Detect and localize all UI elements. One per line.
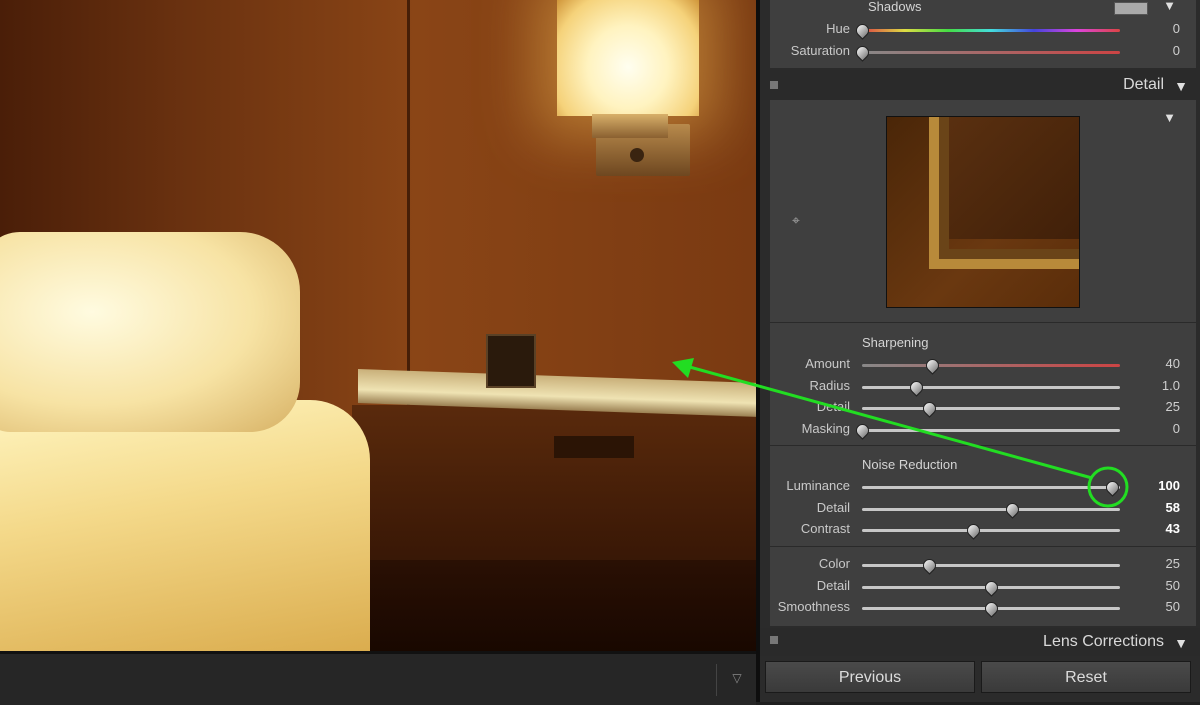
slider-value-hue[interactable]: 0 <box>1140 21 1180 36</box>
slider-label-detail: Detail <box>816 499 850 515</box>
detail-preview-image[interactable] <box>886 116 1080 308</box>
slider-track-detail[interactable] <box>862 507 1120 511</box>
photo-lamp-arm <box>592 114 668 138</box>
slider-value-detail[interactable]: 58 <box>1140 500 1180 515</box>
slider-track-masking[interactable] <box>862 428 1120 432</box>
slider-label-radius: Radius <box>809 377 850 393</box>
shadows-color-swatch[interactable] <box>1114 2 1148 15</box>
slider-value-luminance[interactable]: 100 <box>1140 478 1180 493</box>
triangle-down-icon[interactable]: ▼ <box>1163 0 1176 13</box>
slider-label-contrast: Contrast <box>800 521 850 536</box>
noise-reduction-title: Noise Reduction <box>862 457 958 472</box>
slider-track-radius[interactable] <box>862 385 1120 389</box>
lens-corrections-title: Lens Corrections <box>1043 633 1164 650</box>
slider-label-color: Color <box>818 556 850 571</box>
slider-track-amount[interactable] <box>862 364 1120 367</box>
toolbar-divider <box>716 664 717 696</box>
slider-label-amount: Amount <box>805 356 850 371</box>
slider-label-detail: Detail <box>816 399 850 414</box>
slider-value-color[interactable]: 25 <box>1140 556 1180 571</box>
slider-value-detail[interactable]: 25 <box>1140 399 1180 414</box>
slider-label-detail: Detail <box>816 577 850 593</box>
divider <box>770 546 1196 547</box>
previous-button[interactable]: Previous <box>765 661 975 693</box>
slider-track-detail[interactable] <box>862 407 1120 410</box>
slider-value-saturation[interactable]: 0 <box>1140 43 1180 58</box>
slider-label-smoothness: Smoothness <box>777 599 850 614</box>
slider-value-smoothness[interactable]: 50 <box>1140 599 1180 614</box>
toolbar-menu-icon[interactable]: ▽ <box>726 668 748 688</box>
photo-floor <box>330 560 756 651</box>
photo-bed <box>0 400 370 651</box>
slider-track-luminance[interactable] <box>862 486 1120 489</box>
triangle-down-icon[interactable]: ▼ <box>1174 78 1188 94</box>
reset-button[interactable]: Reset <box>981 661 1191 693</box>
photo-canvas[interactable] <box>0 0 756 651</box>
slider-track-color[interactable] <box>862 564 1120 567</box>
shadows-group-title: Shadows <box>868 0 922 14</box>
triangle-down-icon[interactable]: ▼ <box>1163 110 1176 125</box>
triangle-down-icon[interactable]: ▼ <box>1174 635 1188 651</box>
filmstrip-toolbar: ▽ <box>0 651 756 705</box>
lens-corrections-header[interactable]: Lens Corrections ▼ <box>760 628 1200 656</box>
photo-pillow <box>0 232 300 432</box>
split-toning-section: Shadows ▼ Hue 0 Saturation 0 <box>770 0 1196 68</box>
develop-right-panel: Shadows ▼ Hue 0 Saturation 0 Detail ▼ ⌖ ▼ S… <box>756 0 1200 702</box>
slider-track-saturation[interactable] <box>862 50 1120 54</box>
slider-value-masking[interactable]: 0 <box>1140 421 1180 436</box>
divider <box>770 322 1196 323</box>
photo-drawer <box>554 436 634 458</box>
panel-toggle-icon[interactable] <box>770 81 778 89</box>
detail-title: Detail <box>1123 76 1164 93</box>
slider-value-detail[interactable]: 50 <box>1140 578 1180 593</box>
divider <box>770 445 1196 446</box>
slider-value-radius[interactable]: 1.0 <box>1140 378 1180 393</box>
photo-clock <box>486 334 536 388</box>
detail-section: ⌖ ▼ Sharpening Noise Reduction Amount 40 R… <box>770 100 1196 626</box>
photo-lamp-knob <box>630 148 644 162</box>
slider-track-contrast[interactable] <box>862 529 1120 532</box>
slider-label-masking: Masking <box>801 420 850 436</box>
slider-label-saturation: Saturation <box>790 42 850 58</box>
detail-header[interactable]: Detail ▼ <box>760 70 1200 100</box>
photo-lamp-shade <box>557 0 699 116</box>
slider-value-amount[interactable]: 40 <box>1140 356 1180 371</box>
panel-toggle-icon[interactable] <box>770 636 778 644</box>
preview-frame <box>929 117 1079 269</box>
slider-label-hue: Hue <box>826 21 850 36</box>
slider-track-hue[interactable] <box>862 29 1120 32</box>
slider-label-luminance: Luminance <box>786 478 850 493</box>
target-icon[interactable]: ⌖ <box>792 212 808 228</box>
sharpening-title: Sharpening <box>862 335 929 350</box>
slider-value-contrast[interactable]: 43 <box>1140 521 1180 536</box>
